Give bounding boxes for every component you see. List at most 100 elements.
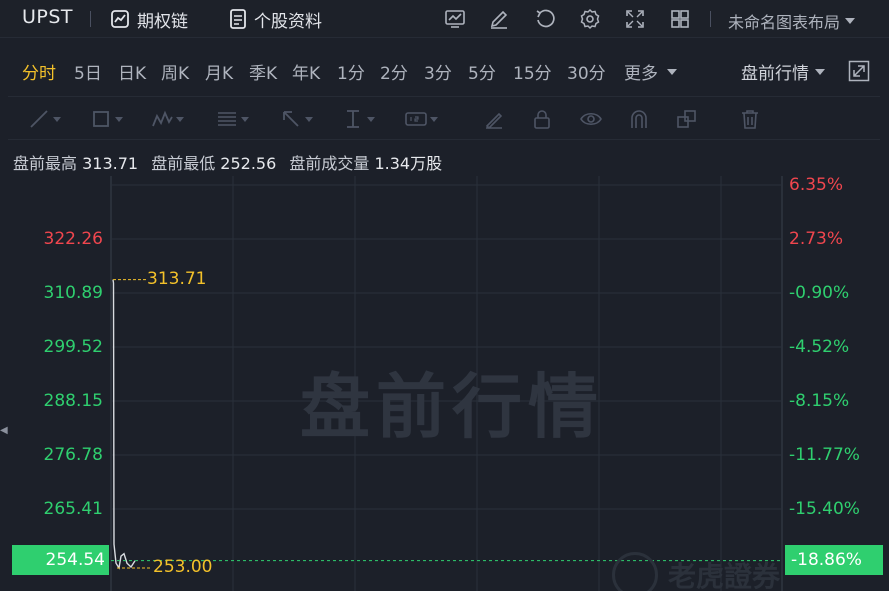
options-chain-button[interactable]: 期权链 — [110, 8, 188, 32]
period-tab[interactable]: 2分 — [380, 59, 408, 84]
caret-icon — [430, 116, 438, 122]
wave-tool-button[interactable] — [151, 107, 184, 131]
visibility-button[interactable] — [580, 107, 602, 131]
volume-label: 盘前成交量 — [289, 154, 370, 173]
low-value: 252.56 — [220, 154, 277, 173]
arrow-tool-button[interactable] — [280, 107, 313, 131]
volume-value: 1.34万股 — [374, 154, 443, 173]
drawing-toolbar — [8, 96, 880, 140]
period-tab[interactable]: 月K — [205, 59, 233, 84]
period-tab[interactable]: 分时 — [22, 59, 56, 84]
text-tool-button[interactable] — [405, 107, 438, 131]
period-tab[interactable]: 30分 — [567, 59, 606, 84]
brand-watermark-text: 老虎證券 — [668, 560, 781, 591]
wave-tool-icon — [152, 110, 173, 127]
period-tab[interactable]: 15分 — [513, 59, 552, 84]
y-right-tick: -11.77% — [789, 445, 860, 465]
expand-icon[interactable] — [848, 60, 870, 82]
fullscreen-icon[interactable] — [623, 7, 647, 31]
ticker-symbol[interactable]: UPST — [22, 6, 73, 28]
group-button[interactable] — [676, 107, 698, 131]
chart-layout-select[interactable]: 未命名图表布局 — [728, 9, 856, 33]
caret-icon — [115, 116, 123, 122]
session-watermark: 盘前行情 — [300, 366, 604, 448]
caret-down-icon — [667, 68, 677, 75]
fib-tool-button[interactable] — [216, 107, 249, 131]
gear-icon[interactable] — [578, 7, 602, 31]
period-tab[interactable]: 周K — [161, 59, 189, 84]
price-line — [112, 279, 136, 570]
period-tab[interactable]: 5分 — [468, 59, 496, 84]
y-left-tick: 310.89 — [43, 283, 103, 303]
low-label: 盘前最低 — [151, 154, 216, 173]
fib-tool-icon — [218, 112, 236, 126]
top-toolbar: UPST 期权链 个股资料 未命名图表布局 — [0, 0, 889, 38]
arrow-tool-icon — [283, 111, 299, 127]
measure-tool-icon — [347, 110, 359, 128]
y-right-tick: -0.90% — [789, 283, 850, 303]
delete-button[interactable] — [739, 107, 761, 131]
rect-tool-button[interactable] — [90, 107, 123, 131]
measure-tool-button[interactable] — [342, 107, 375, 131]
line-tool-icon — [30, 110, 48, 128]
period-tab[interactable]: 季K — [249, 59, 277, 84]
period-tab[interactable]: 3分 — [424, 59, 452, 84]
stock-profile-button[interactable]: 个股资料 — [229, 8, 322, 32]
brush-tool-button[interactable] — [483, 107, 505, 131]
y-right-tick: 6.35% — [789, 175, 844, 195]
line-tool-button[interactable] — [28, 107, 61, 131]
trash-icon — [742, 110, 758, 129]
group-icon — [677, 110, 696, 128]
caret-icon — [241, 116, 249, 122]
period-tab[interactable]: 日K — [118, 59, 146, 84]
collapse-handle-icon[interactable]: ◀ — [0, 425, 8, 445]
y-left-tick: 322.26 — [43, 229, 103, 249]
options-chain-label: 期权链 — [137, 11, 188, 32]
lock-icon — [534, 110, 550, 129]
chart-layout-label: 未命名图表布局 — [728, 13, 841, 32]
y-right-tick: -15.40% — [789, 499, 860, 519]
options-chain-icon — [111, 10, 129, 28]
period-tab[interactable]: 5日 — [74, 59, 102, 84]
caret-down-icon — [815, 68, 825, 75]
period-bar: 分时 5日 日K 周K 月K 季K 年K 1分 2分 3分 5分 15分 30分… — [0, 46, 889, 94]
edit-icon[interactable] — [487, 7, 511, 31]
chart-indicator-icon[interactable] — [443, 7, 467, 31]
more-periods-button[interactable]: 更多 — [624, 59, 678, 84]
caret-down-icon — [845, 18, 856, 24]
low-marker-label: 253.00 — [153, 557, 213, 577]
period-tab[interactable]: 年K — [292, 59, 320, 84]
stock-profile-label: 个股资料 — [254, 11, 322, 32]
y-left-tick: 265.41 — [43, 499, 103, 519]
text-tool-icon — [405, 112, 427, 126]
refresh-icon[interactable] — [533, 7, 557, 31]
rect-tool-icon — [93, 111, 109, 127]
y-right-tick: 2.73% — [789, 229, 844, 249]
high-label: 盘前最高 — [13, 154, 78, 173]
y-right-tick: -8.15% — [789, 391, 850, 411]
brand-logo-icon — [612, 552, 658, 591]
eye-icon — [580, 112, 602, 126]
grid-layout-icon[interactable] — [668, 7, 692, 31]
session-select[interactable]: 盘前行情 — [741, 59, 826, 84]
current-price-badge: 254.54 — [12, 545, 109, 575]
high-marker-label: 313.71 — [147, 269, 207, 289]
document-icon — [230, 9, 246, 29]
y-left-tick: 299.52 — [43, 337, 103, 357]
more-periods-label: 更多 — [624, 64, 658, 84]
brand-watermark: 老虎證券 — [612, 552, 780, 591]
price-chart[interactable]: 盘前行情 老虎證券 322.26 310.89 299.52 288.15 27… — [0, 175, 889, 591]
magnet-button[interactable] — [628, 107, 650, 131]
caret-icon — [176, 116, 184, 122]
lock-button[interactable] — [531, 107, 553, 131]
caret-icon — [305, 116, 313, 122]
caret-icon — [367, 116, 375, 122]
divider — [710, 11, 711, 27]
premarket-stats: 盘前最高 313.71 盘前最低 252.56 盘前成交量 1.34万股 — [13, 150, 450, 174]
period-tab[interactable]: 1分 — [337, 59, 365, 84]
high-value: 313.71 — [82, 154, 139, 173]
y-left-tick: 276.78 — [43, 445, 103, 465]
y-right-tick: -4.52% — [789, 337, 850, 357]
divider — [90, 11, 91, 27]
session-select-label: 盘前行情 — [741, 64, 809, 84]
